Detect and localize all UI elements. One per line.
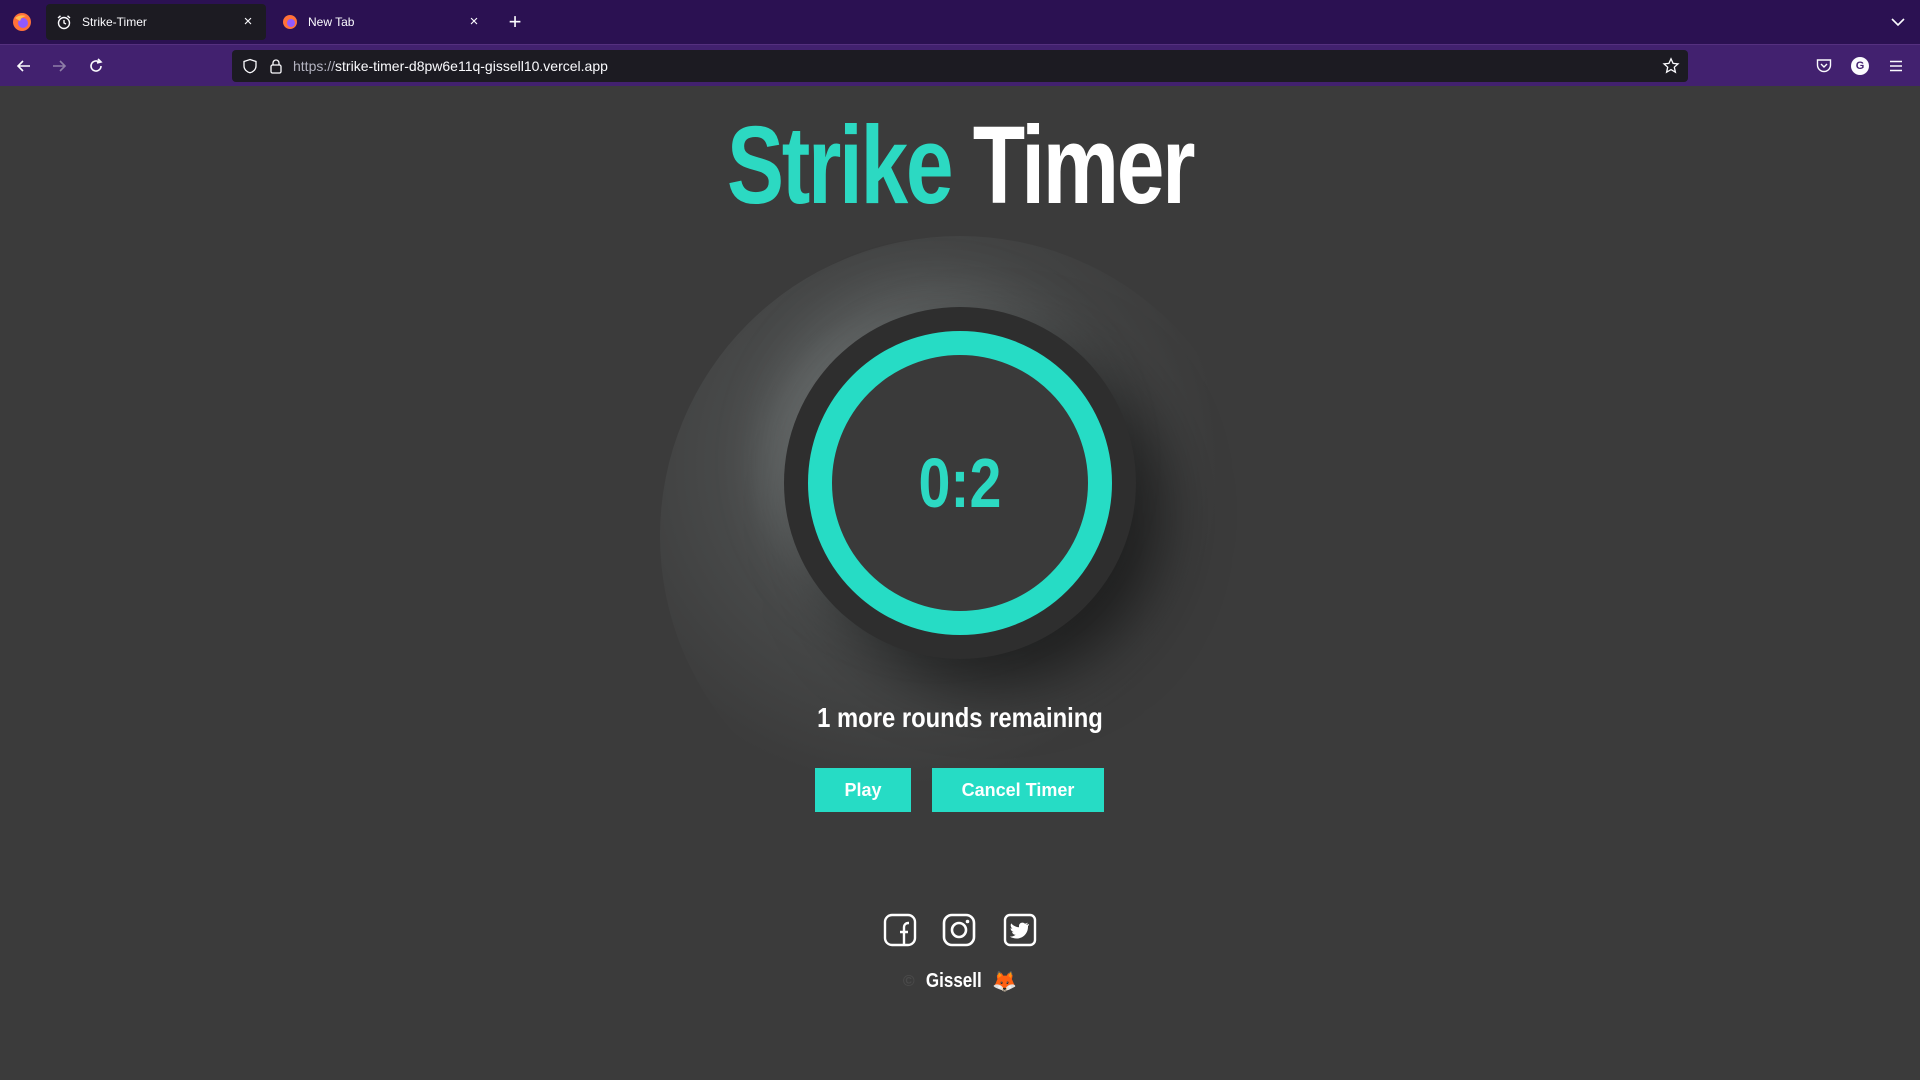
- facebook-icon[interactable]: [883, 913, 917, 947]
- twitter-icon[interactable]: [1003, 913, 1037, 947]
- browser-nav-bar: https://strike-timer-d8pw6e11q-gissell10…: [0, 44, 1920, 86]
- fox-emoji-icon: 🦊: [992, 971, 1018, 993]
- account-button[interactable]: G: [1848, 54, 1872, 78]
- hamburger-menu-icon: [1890, 60, 1902, 72]
- url-protocol: https://: [293, 58, 336, 74]
- pocket-icon: [1816, 59, 1832, 73]
- reload-button[interactable]: [84, 54, 108, 78]
- play-button[interactable]: Play: [815, 768, 911, 812]
- forward-button[interactable]: [47, 54, 71, 78]
- cancel-timer-button[interactable]: Cancel Timer: [932, 768, 1104, 812]
- title-strike: Strike: [726, 104, 954, 227]
- page-title: Strike Timer: [211, 102, 1709, 229]
- page-content: Strike Timer 0:2 1 more rounds remaining…: [0, 86, 1920, 1080]
- back-arrow-icon: [16, 60, 30, 72]
- tab-strike-timer[interactable]: Strike-Timer ×: [46, 4, 266, 40]
- url-bar[interactable]: https://strike-timer-d8pw6e11q-gissell10…: [232, 50, 1688, 82]
- new-tab-button[interactable]: +: [503, 10, 527, 34]
- forward-arrow-icon: [53, 60, 67, 72]
- close-tab-icon[interactable]: ×: [240, 14, 256, 30]
- url-text[interactable]: https://strike-timer-d8pw6e11q-gissell10…: [293, 58, 608, 74]
- pocket-button[interactable]: [1812, 54, 1836, 78]
- back-button[interactable]: [12, 54, 36, 78]
- account-avatar: G: [1851, 57, 1869, 75]
- tab-title: Strike-Timer: [82, 15, 147, 29]
- browser-tab-bar: Strike-Timer × New Tab × +: [0, 0, 1920, 44]
- bookmark-star-icon[interactable]: [1662, 57, 1680, 75]
- tab-title: New Tab: [308, 15, 355, 29]
- app-menu-button[interactable]: [1884, 54, 1908, 78]
- timer-display: 0:2: [918, 444, 1002, 522]
- alarm-clock-icon: [57, 15, 71, 30]
- tab-new-tab[interactable]: New Tab ×: [272, 4, 492, 40]
- lock-icon[interactable]: [268, 58, 284, 74]
- close-tab-icon[interactable]: ×: [466, 14, 482, 30]
- footer-credit: © Gissell 🦊: [0, 969, 1920, 994]
- rounds-remaining-text: 1 more rounds remaining: [817, 702, 1103, 733]
- author-name: Gissell: [925, 970, 982, 992]
- list-all-tabs-chevron-icon[interactable]: [1888, 12, 1908, 32]
- copyright-symbol: ©: [902, 972, 915, 990]
- shield-icon[interactable]: [242, 58, 258, 74]
- instagram-icon[interactable]: [942, 913, 976, 947]
- reload-icon: [90, 58, 103, 72]
- url-host: strike-timer-d8pw6e11q-gissell10.vercel.…: [335, 58, 608, 74]
- title-timer: Timer: [972, 104, 1196, 227]
- firefox-icon: [283, 15, 297, 29]
- firefox-logo-icon[interactable]: [12, 12, 32, 32]
